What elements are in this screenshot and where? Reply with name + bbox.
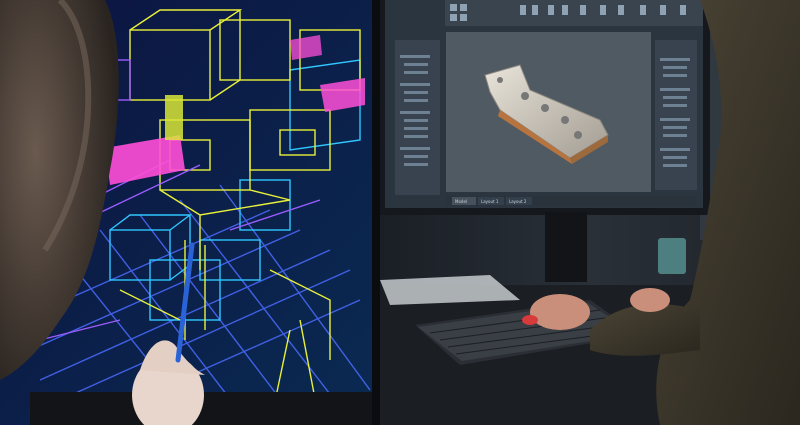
tab-layout-1-label: Layout 1 [481, 199, 499, 204]
cad-properties-panel[interactable] [655, 40, 697, 190]
photo-scene: Model Layout 1 Layout 2 [0, 0, 800, 425]
cad-monitor: Model Layout 1 Layout 2 [380, 0, 710, 215]
tab-layout-2-label: Layout 2 [509, 199, 527, 204]
tab-layout-1[interactable]: Layout 1 [478, 197, 504, 205]
tab-layout-2[interactable]: Layout 2 [506, 197, 532, 205]
right-office-scene: Model Layout 1 Layout 2 [380, 0, 800, 425]
frame-divider [372, 0, 380, 425]
right-hand [530, 294, 590, 330]
tab-model[interactable]: Model [452, 197, 476, 205]
tab-model-label: Model [455, 199, 467, 204]
monitor-stand [545, 212, 587, 282]
coffee-mug [658, 238, 686, 274]
